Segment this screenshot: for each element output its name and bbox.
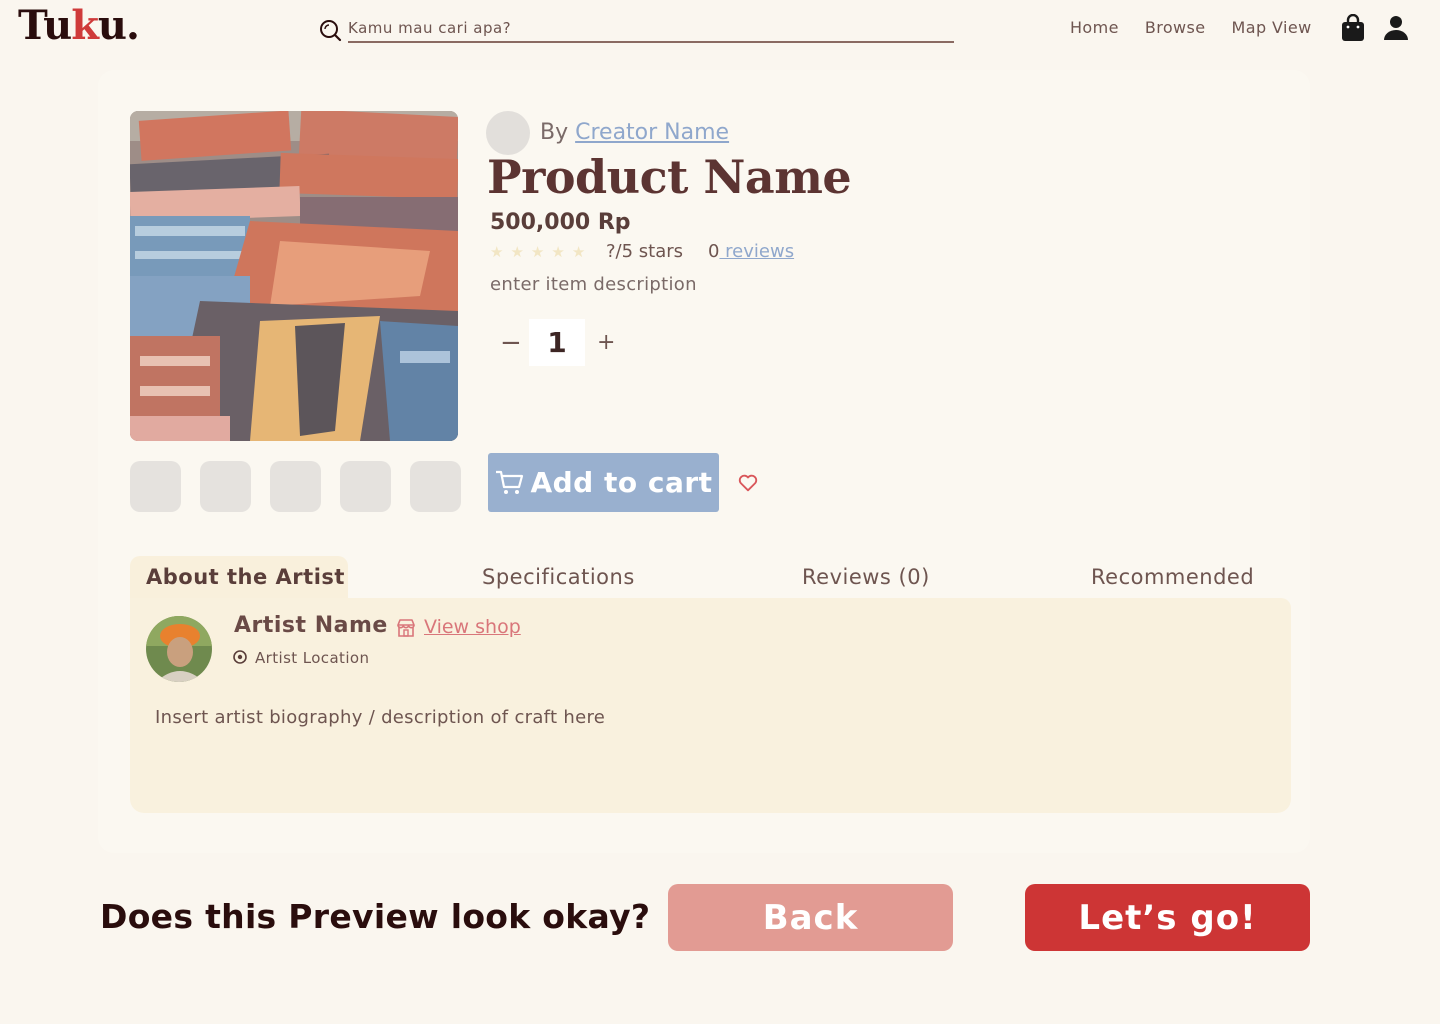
- product-title: Product Name: [487, 150, 852, 204]
- tab-reviews[interactable]: Reviews (0): [802, 556, 930, 598]
- thumbnail[interactable]: [340, 461, 391, 512]
- reviews-label: reviews: [719, 241, 795, 262]
- search-icon: [320, 20, 342, 42]
- view-shop-link[interactable]: View shop: [424, 616, 521, 638]
- tuku-logo[interactable]: Tuku.: [18, 2, 140, 49]
- increment-button[interactable]: +: [597, 330, 615, 355]
- by-prefix: By: [540, 120, 576, 145]
- shop-icon[interactable]: [396, 618, 416, 638]
- quantity-value[interactable]: 1: [529, 319, 585, 366]
- search-bar: [318, 14, 954, 44]
- cart-icon: [496, 470, 524, 494]
- thumbnail[interactable]: [130, 461, 181, 512]
- product-image: [130, 111, 458, 441]
- thumbnail[interactable]: [200, 461, 251, 512]
- rating-stars: ★ ★ ★ ★ ★: [490, 243, 585, 261]
- nav-browse[interactable]: Browse: [1145, 18, 1206, 37]
- star-icon: ★: [510, 243, 524, 261]
- search-input[interactable]: [348, 14, 954, 43]
- nav-home[interactable]: Home: [1070, 18, 1119, 37]
- logo-part-accent: k: [71, 2, 99, 49]
- artist-location: Artist Location: [255, 649, 370, 667]
- creator-avatar: [486, 111, 530, 155]
- creator-byline: By Creator Name: [540, 120, 729, 145]
- star-icon: ★: [551, 243, 565, 261]
- location-pin-icon: [233, 650, 247, 664]
- reviews-link[interactable]: 0 reviews: [708, 241, 794, 262]
- confirm-button[interactable]: Let’s go!: [1025, 884, 1310, 951]
- creator-name-link[interactable]: Creator Name: [575, 120, 729, 145]
- back-button[interactable]: Back: [668, 884, 953, 951]
- rating-text: ?/5 stars: [606, 241, 684, 262]
- heart-icon[interactable]: [737, 472, 759, 494]
- artist-avatar: [146, 616, 212, 682]
- tab-about-artist[interactable]: About the Artist: [130, 556, 348, 598]
- star-icon: ★: [571, 243, 586, 261]
- main-nav: Home Browse Map View: [1070, 18, 1312, 37]
- preview-question: Does this Preview look okay?: [100, 897, 651, 936]
- add-to-cart-button[interactable]: Add to cart: [488, 453, 719, 512]
- thumbnail[interactable]: [410, 461, 461, 512]
- review-count: 0: [708, 241, 720, 262]
- star-icon: ★: [490, 243, 504, 261]
- artist-name: Artist Name: [234, 613, 388, 638]
- artist-bio: Insert artist biography / description of…: [155, 707, 606, 728]
- tab-specifications[interactable]: Specifications: [482, 556, 635, 598]
- tab-recommended[interactable]: Recommended: [1091, 556, 1254, 598]
- quantity-stepper: − 1 +: [500, 319, 615, 366]
- user-account-icon[interactable]: [1383, 14, 1409, 42]
- nav-map-view[interactable]: Map View: [1232, 18, 1312, 37]
- decrement-button[interactable]: −: [500, 328, 529, 358]
- add-to-cart-label: Add to cart: [530, 466, 713, 499]
- logo-part: u.: [97, 2, 140, 49]
- star-icon: ★: [530, 243, 545, 261]
- thumbnail[interactable]: [270, 461, 321, 512]
- product-price: 500,000 Rp: [490, 210, 631, 235]
- logo-part: Tu: [18, 2, 72, 49]
- product-description: enter item description: [490, 274, 697, 295]
- thumbnail-strip: [130, 461, 461, 512]
- shopping-bag-icon[interactable]: [1340, 14, 1366, 42]
